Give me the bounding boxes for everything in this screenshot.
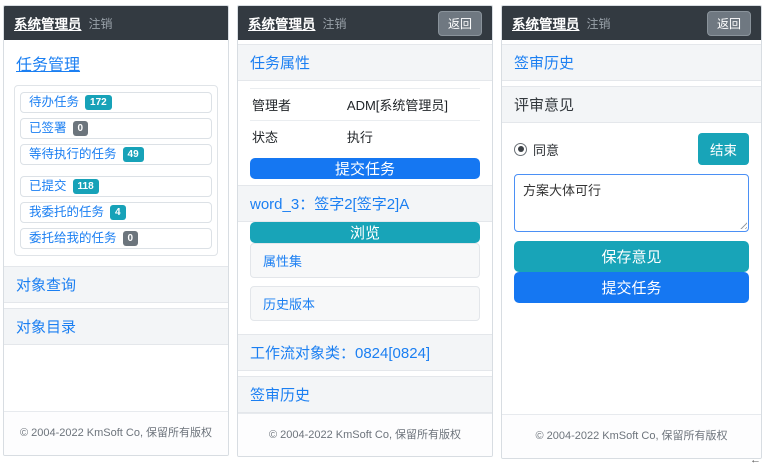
task-properties-link[interactable]: 任务属性 — [238, 44, 492, 81]
object-query-link[interactable]: 对象查询 — [4, 266, 228, 303]
logout-link[interactable]: 注销 — [587, 15, 611, 32]
task-count-badge: 49 — [123, 147, 144, 162]
agree-radio[interactable] — [514, 143, 527, 156]
logout-link[interactable]: 注销 — [323, 15, 347, 32]
task-filter-label: 委托给我的任务 — [29, 231, 117, 246]
task-filter-delegated-by-me[interactable]: 我委托的任务 4 — [20, 202, 212, 223]
save-opinion-button[interactable]: 保存意见 — [514, 241, 749, 272]
task-filter-submitted[interactable]: 已提交 118 — [20, 176, 212, 197]
panel-task-properties: 系统管理员 注销 返回 任务属性 管理者 ADM[系统管理员] 状态 执行 提交… — [237, 5, 493, 457]
property-value: ADM[系统管理员] — [347, 95, 448, 114]
property-row-manager: 管理者 ADM[系统管理员] — [250, 88, 480, 120]
review-opinion-title: 评审意见 — [502, 86, 761, 123]
submit-task-button[interactable]: 提交任务 — [250, 158, 480, 179]
task-count-badge: 0 — [73, 121, 89, 136]
app-header: 系统管理员 注销 返回 — [238, 6, 492, 40]
document-link[interactable]: word_3：签字2[签字2]A — [238, 185, 492, 222]
task-filter-signed[interactable]: 已签署 0 — [20, 118, 212, 139]
back-button[interactable]: 返回 — [438, 11, 482, 36]
task-filter-todo[interactable]: 待办任务 172 — [20, 92, 212, 113]
review-history-link[interactable]: 签审历史 — [502, 44, 761, 81]
task-group-2: 已提交 118 我委托的任务 4 委托给我的任务 0 — [20, 176, 212, 249]
back-button[interactable]: 返回 — [707, 11, 751, 36]
copyright-footer: © 2004-2022 KmSoft Co, 保留所有版权 — [238, 413, 492, 457]
task-filter-label: 已签署 — [29, 121, 67, 136]
agree-radio-label: 同意 — [533, 140, 559, 159]
user-link[interactable]: 系统管理员 — [512, 13, 580, 33]
task-filter-label: 已提交 — [29, 179, 67, 194]
app-header: 系统管理员 注销 — [4, 6, 228, 40]
decision-row: 同意 结束 — [514, 133, 749, 165]
copyright-footer: © 2004-2022 KmSoft Co, 保留所有版权 — [4, 411, 228, 455]
review-form: 同意 结束 方案大体可行 保存意见 提交任务 — [502, 123, 761, 303]
workflow-object-class-link[interactable]: 工作流对象类：0824[0824] — [238, 334, 492, 371]
app-header: 系统管理员 注销 返回 — [502, 6, 761, 40]
user-link[interactable]: 系统管理员 — [14, 13, 82, 33]
comment-textarea[interactable]: 方案大体可行 — [514, 174, 749, 232]
task-filter-label: 待办任务 — [29, 95, 79, 110]
task-count-badge: 0 — [123, 231, 139, 246]
object-directory-link[interactable]: 对象目录 — [4, 308, 228, 345]
workspace: 系统管理员 注销 任务管理 待办任务 172 已签署 0 等待执行的任务 49 — [0, 0, 762, 459]
task-group-1: 待办任务 172 已签署 0 等待执行的任务 49 — [20, 92, 212, 165]
property-table: 管理者 ADM[系统管理员] 状态 执行 — [250, 88, 480, 152]
task-filter-label: 等待执行的任务 — [29, 147, 117, 162]
task-count-badge: 4 — [110, 205, 126, 220]
user-link[interactable]: 系统管理员 — [248, 13, 316, 33]
task-count-badge: 172 — [85, 95, 112, 110]
corner-arrow-icon: ← — [750, 455, 761, 466]
comment-area-wrap: 方案大体可行 — [514, 174, 749, 232]
panel-task-management: 系统管理员 注销 任务管理 待办任务 172 已签署 0 等待执行的任务 49 — [3, 5, 229, 456]
panel-review-opinion: 系统管理员 注销 返回 签审历史 评审意见 同意 结束 方案大体可行 保存意见 … — [501, 5, 762, 459]
section-title-wrap: 任务管理 — [4, 40, 228, 85]
property-value: 执行 — [347, 127, 373, 146]
review-history-link[interactable]: 签审历史 — [238, 376, 492, 413]
logout-link[interactable]: 注销 — [89, 15, 113, 32]
attribute-set-item[interactable]: 属性集 — [250, 243, 480, 278]
task-count-badge: 118 — [73, 179, 99, 194]
task-filter-list: 待办任务 172 已签署 0 等待执行的任务 49 已提交 118 — [14, 85, 218, 256]
finish-button[interactable]: 结束 — [698, 133, 749, 165]
task-filter-delegated-to-me[interactable]: 委托给我的任务 0 — [20, 228, 212, 249]
property-label: 管理者 — [252, 95, 347, 114]
property-row-status: 状态 执行 — [250, 120, 480, 152]
task-management-link[interactable]: 任务管理 — [16, 57, 80, 74]
property-label: 状态 — [252, 127, 347, 146]
copyright-footer: © 2004-2022 KmSoft Co, 保留所有版权 — [502, 414, 761, 458]
browse-button[interactable]: 浏览 — [250, 222, 480, 243]
task-filter-label: 我委托的任务 — [29, 205, 104, 220]
history-versions-item[interactable]: 历史版本 — [250, 286, 480, 321]
radio-selected-dot-icon — [518, 146, 524, 152]
submit-task-button[interactable]: 提交任务 — [514, 272, 749, 303]
task-filter-waiting-execution[interactable]: 等待执行的任务 49 — [20, 144, 212, 165]
